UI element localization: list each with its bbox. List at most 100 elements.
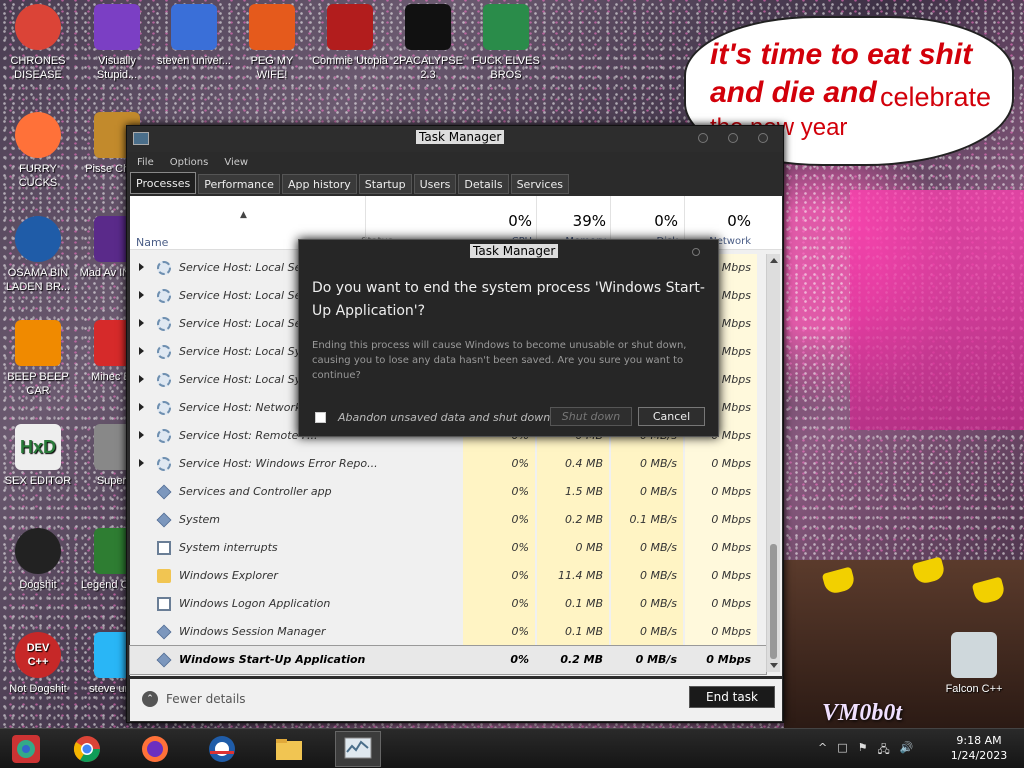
expand-arrow-icon[interactable] <box>139 375 144 383</box>
memory-cell: 0.2 MB <box>537 506 609 534</box>
flag-icon[interactable]: ⚑ <box>858 741 868 760</box>
desktop-icon-label: CHRONES DISEASE <box>10 55 66 81</box>
desktop-icon-label: 2PACALYPSE 2.3 <box>393 55 463 81</box>
desktop-icon[interactable]: PEG MY WIFE! <box>234 4 310 82</box>
table-row[interactable]: Service Host: Windows Error Repo... 0% 0.4… <box>130 450 766 478</box>
chrome-icon <box>15 4 61 50</box>
network-cell: 0 Mbps <box>685 618 757 646</box>
gear-icon <box>157 429 171 443</box>
desktop-icon-label: FURRY CUCKS <box>18 163 58 189</box>
desktop-icon[interactable]: 2PACALYPSE 2.3 <box>390 4 466 82</box>
window-title: Task Manager <box>416 130 505 144</box>
desktop-icon[interactable]: BEEP BEEP CAR <box>0 320 76 398</box>
expand-arrow-icon[interactable] <box>139 319 144 327</box>
cpu-cell: 0% <box>463 506 535 534</box>
maximize-icon[interactable] <box>728 133 738 143</box>
table-row[interactable]: Windows Start-Up Application 0% 0.2 MB 0 MB… <box>129 645 767 675</box>
chevron-up-icon[interactable]: ^ <box>818 741 827 760</box>
volume-icon[interactable]: 🔊 <box>900 741 914 760</box>
process-name: System interrupts <box>179 541 278 554</box>
task-manager-icon[interactable] <box>335 731 381 767</box>
expand-arrow-icon[interactable] <box>139 403 144 411</box>
scroll-thumb[interactable] <box>770 544 777 659</box>
table-row[interactable]: System interrupts 0% 0 MB 0 MB/s 0 Mbps <box>130 534 766 562</box>
table-row[interactable]: Services and Controller app 0% 1.5 MB 0 MB/… <box>130 478 766 506</box>
dialog-question: Do you want to end the system process 'W… <box>312 280 705 319</box>
desktop-icon[interactable]: Visually Stupid... <box>79 4 155 82</box>
desktop-icon[interactable]: steven univer... <box>156 4 232 68</box>
table-row[interactable]: System 0% 0.2 MB 0.1 MB/s 0 Mbps <box>130 506 766 534</box>
expand-arrow-icon[interactable] <box>139 291 144 299</box>
network-cell: 0 Mbps <box>685 478 757 506</box>
action-center-icon[interactable]: □ <box>837 741 847 760</box>
clock[interactable]: 9:18 AM 1/24/2023 <box>938 733 1020 763</box>
tab-performance[interactable]: Performance <box>198 174 280 194</box>
desktop-icon-label: BEEP BEEP CAR <box>7 371 69 397</box>
scrollbar[interactable] <box>766 254 780 672</box>
fewer-details-label: Fewer details <box>166 692 246 706</box>
tab-app-history[interactable]: App history <box>281 174 357 194</box>
process-name: Service Host: Windows Error Repo... <box>179 457 378 470</box>
diamond-icon <box>156 512 172 528</box>
fewer-details-button[interactable]: ⌃ Fewer details <box>142 691 246 707</box>
firefox-icon[interactable] <box>139 733 171 765</box>
scroll-up-icon[interactable] <box>770 258 778 263</box>
dialog-close-icon[interactable] <box>692 248 700 256</box>
table-row[interactable]: Windows Session Manager 0% 0.1 MB 0 MB/s 0 M… <box>130 618 766 646</box>
end-process-dialog[interactable]: Task Manager Do you want to end the syst… <box>298 239 719 437</box>
chrome-icon[interactable] <box>71 733 103 765</box>
column-name[interactable]: Name <box>136 236 168 249</box>
watermark: VM0b0t <box>822 700 903 726</box>
desktop-icon[interactable]: HxD SEX EDITOR <box>0 424 76 488</box>
desktop-icon[interactable]: FUCK ELVES BROS <box>468 4 544 82</box>
desktop-icon[interactable]: Dogshit <box>0 528 76 592</box>
shut-down-button[interactable]: Shut down <box>550 407 632 426</box>
menu-bar: File Options View <box>127 152 783 172</box>
devcpp-icon: DEV C++ <box>15 632 61 678</box>
gear-icon <box>157 289 171 303</box>
terminal-icon <box>405 4 451 50</box>
gear-icon <box>157 373 171 387</box>
menu-options[interactable]: Options <box>164 157 215 168</box>
end-task-button[interactable]: End task <box>689 686 775 708</box>
desktop-icon[interactable]: OSAMA BIN LADEN BR... <box>0 216 76 294</box>
expand-arrow-icon[interactable] <box>139 459 144 467</box>
minimize-icon[interactable] <box>698 133 708 143</box>
tab-users[interactable]: Users <box>413 174 457 194</box>
desktop-icon[interactable]: Commie Utopia <box>312 4 388 68</box>
menu-file[interactable]: File <box>131 157 160 168</box>
tab-details[interactable]: Details <box>458 174 509 194</box>
desktop-icon[interactable]: DEV C++ Not Dogshit <box>0 632 76 696</box>
wallpaper-pink-screen <box>850 190 1024 430</box>
cancel-button[interactable]: Cancel <box>638 407 705 426</box>
chevron-up-icon: ⌃ <box>142 691 158 707</box>
title-bar[interactable]: Task Manager <box>127 126 783 152</box>
bubble-line-2: and die and <box>710 76 877 109</box>
file-explorer-icon[interactable] <box>273 733 305 765</box>
desktop-icon[interactable]: Falcon C++ <box>936 632 1012 696</box>
expand-arrow-icon[interactable] <box>139 347 144 355</box>
dogshit-icon <box>15 528 61 574</box>
menu-view[interactable]: View <box>218 157 254 168</box>
process-name: Service Host: Remote P... <box>179 429 318 442</box>
start-button-icon[interactable] <box>10 733 42 765</box>
obama-icon[interactable] <box>206 733 238 765</box>
firefox-icon <box>15 112 61 158</box>
expand-arrow-icon[interactable] <box>139 263 144 271</box>
network-icon[interactable]: 🖧 <box>878 741 890 760</box>
desktop-icon[interactable]: CHRONES DISEASE <box>0 4 76 82</box>
tab-processes[interactable]: Processes <box>130 172 197 194</box>
scroll-down-icon[interactable] <box>770 663 778 668</box>
desktop-icon[interactable]: FURRY CUCKS <box>0 112 76 190</box>
expand-arrow-icon[interactable] <box>139 431 144 439</box>
gear-icon <box>157 345 171 359</box>
abandon-data-label[interactable]: Abandon unsaved data and shut down. <box>338 411 554 424</box>
process-name: System <box>179 513 221 526</box>
abandon-data-checkbox[interactable] <box>315 412 326 423</box>
tab-startup[interactable]: Startup <box>358 174 412 194</box>
close-icon[interactable] <box>758 133 768 143</box>
obama-icon <box>15 216 61 262</box>
table-row[interactable]: Windows Logon Application 0% 0.1 MB 0 MB/s 0… <box>130 590 766 618</box>
tab-services[interactable]: Services <box>510 174 569 194</box>
table-row[interactable]: Windows Explorer 0% 11.4 MB 0 MB/s 0 Mbps <box>130 562 766 590</box>
